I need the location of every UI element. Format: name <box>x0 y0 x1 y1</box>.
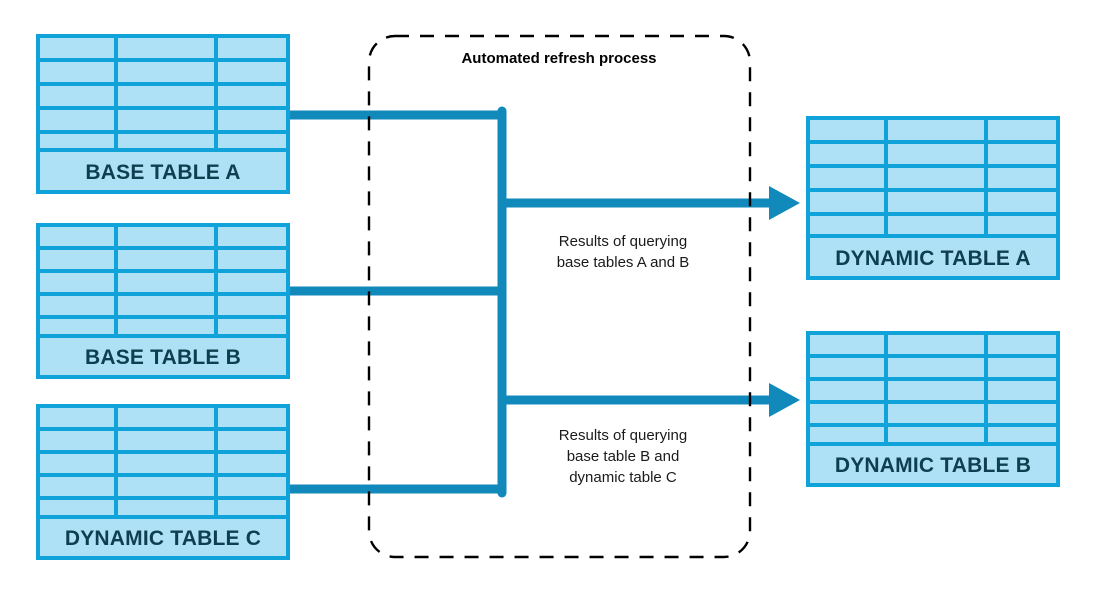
dynamic-table-b-label: DYNAMIC TABLE B <box>835 454 1031 477</box>
flow-to-dynamic-a <box>286 106 800 300</box>
edge-label-bottom-line-1: Results of querying <box>559 427 687 444</box>
edge-label-bottom-line-2: base table B and <box>567 448 680 465</box>
dynamic-table-a-label: DYNAMIC TABLE A <box>835 247 1031 270</box>
diagram-canvas: Automated refresh process BASE TABLE A B… <box>0 0 1095 600</box>
flow-to-dynamic-b <box>286 282 800 498</box>
dynamic-table-a[interactable]: DYNAMIC TABLE A <box>806 116 1060 280</box>
base-table-b[interactable]: BASE TABLE B <box>36 223 290 379</box>
dynamic-table-c-label: DYNAMIC TABLE C <box>65 527 261 550</box>
connector-layer <box>286 106 800 498</box>
process-box-title: Automated refresh process <box>461 50 656 67</box>
edge-label-bottom: Results of querying base table B and dyn… <box>559 427 687 486</box>
arrowhead-dynamic-b <box>769 383 800 417</box>
base-table-a[interactable]: BASE TABLE A <box>36 34 290 194</box>
base-table-a-label: BASE TABLE A <box>85 161 240 184</box>
arrowhead-dynamic-a <box>769 186 800 220</box>
base-table-b-label: BASE TABLE B <box>85 346 241 369</box>
edge-label-top-line-1: Results of querying <box>559 233 687 250</box>
dynamic-table-b[interactable]: DYNAMIC TABLE B <box>806 331 1060 487</box>
edge-label-top-line-2: base tables A and B <box>557 254 690 271</box>
dynamic-table-c[interactable]: DYNAMIC TABLE C <box>36 404 290 560</box>
edge-label-bottom-line-3: dynamic table C <box>569 469 677 486</box>
edge-label-top: Results of querying base tables A and B <box>557 233 690 271</box>
